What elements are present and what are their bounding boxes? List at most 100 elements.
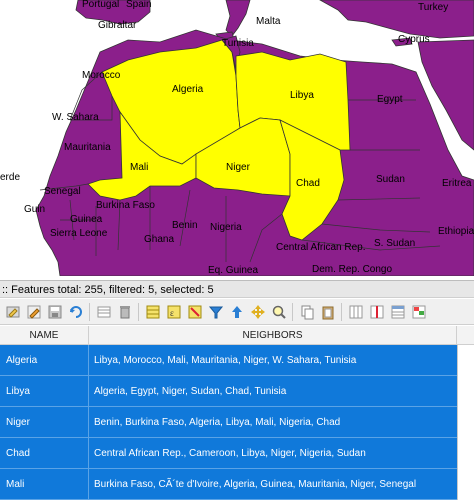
paste-icon bbox=[322, 306, 333, 319]
attribute-table: NAME NEIGHBORS Algeria Libya, Morocco, M… bbox=[0, 326, 474, 500]
map-label-sudan: Sudan bbox=[376, 174, 405, 185]
cell-name[interactable]: Algeria bbox=[6, 345, 86, 376]
paste-button[interactable] bbox=[318, 302, 337, 321]
map-label-malta: Malta bbox=[256, 16, 281, 27]
map-label-turkey: Turkey bbox=[418, 2, 448, 13]
map-label-cabo-verde: erde bbox=[0, 172, 20, 183]
map-label-benin: Benin bbox=[172, 220, 198, 231]
conditional-format-button[interactable] bbox=[409, 302, 428, 321]
toolbar-separator bbox=[292, 302, 293, 321]
attribute-table-toolbar: ε bbox=[0, 299, 474, 325]
conditional-format-icon bbox=[412, 305, 425, 318]
copy-icon bbox=[301, 305, 313, 319]
column-divider bbox=[88, 345, 89, 500]
map-label-cyprus: Cyprus bbox=[398, 34, 430, 45]
toolbar-separator bbox=[138, 302, 139, 321]
filter-icon bbox=[208, 306, 223, 318]
select-expression-icon: ε bbox=[167, 305, 180, 318]
table-row[interactable]: Mali Burkina Faso, CÃ´te d'Ivoire, Alger… bbox=[0, 469, 457, 500]
cell-name[interactable]: Mali bbox=[6, 469, 86, 500]
map-canvas[interactable]: Portugal Spain Gibraltar Tunisia Malta T… bbox=[0, 0, 474, 276]
map-label-morocco: Morocco bbox=[82, 70, 121, 81]
multi-edit-button[interactable] bbox=[24, 302, 43, 321]
pan-to-selection-button[interactable] bbox=[248, 302, 267, 321]
map-label-w-sahara: W. Sahara bbox=[52, 112, 99, 123]
cell-neighbors[interactable]: Algeria, Egypt, Niger, Sudan, Chad, Tuni… bbox=[94, 376, 454, 407]
table-row[interactable]: Niger Benin, Burkina Faso, Algeria, Liby… bbox=[0, 407, 457, 438]
move-selection-top-button[interactable] bbox=[227, 302, 246, 321]
map-label-sierra-leone: Sierra Leone bbox=[50, 228, 108, 239]
cell-name[interactable]: Libya bbox=[6, 376, 86, 407]
map-label-ethiopia: Ethiopia bbox=[438, 226, 474, 237]
reload-icon bbox=[69, 305, 82, 318]
toggle-edit-icon bbox=[6, 306, 19, 318]
zoom-to-selection-button[interactable] bbox=[269, 302, 288, 321]
deselect-button[interactable] bbox=[185, 302, 204, 321]
select-all-icon bbox=[146, 305, 159, 318]
table-row[interactable]: Algeria Libya, Morocco, Mali, Mauritania… bbox=[0, 345, 457, 376]
map-label-s-sudan: S. Sudan bbox=[374, 238, 415, 249]
map-label-portugal: Portugal bbox=[82, 0, 119, 10]
column-header-neighbors[interactable]: NEIGHBORS bbox=[89, 326, 457, 345]
table-row[interactable]: Libya Algeria, Egypt, Niger, Sudan, Chad… bbox=[0, 376, 457, 407]
cell-name[interactable]: Niger bbox=[6, 407, 86, 438]
features-status-bar: :: Features total: 255, filtered: 5, sel… bbox=[0, 280, 474, 298]
header-corner bbox=[457, 326, 474, 345]
delete-field-icon bbox=[370, 305, 383, 318]
move-selection-top-icon bbox=[231, 305, 242, 318]
column-header-name[interactable]: NAME bbox=[0, 326, 89, 345]
cell-name[interactable]: Chad bbox=[6, 438, 86, 469]
toolbar-separator bbox=[341, 302, 342, 321]
map-label-libya: Libya bbox=[290, 90, 314, 101]
map-label-nigeria: Nigeria bbox=[210, 222, 242, 233]
map-label-niger: Niger bbox=[226, 162, 251, 173]
toolbar-separator bbox=[89, 302, 90, 321]
map-label-algeria: Algeria bbox=[172, 84, 204, 95]
new-field-button[interactable] bbox=[346, 302, 365, 321]
reload-button[interactable] bbox=[66, 302, 85, 321]
filter-button[interactable] bbox=[206, 302, 225, 321]
map-label-dem-rep-congo: Dem. Rep. Congo bbox=[312, 264, 392, 275]
map-label-car: Central African Rep. bbox=[276, 242, 366, 253]
new-field-icon bbox=[349, 305, 362, 318]
field-calculator-icon bbox=[391, 305, 404, 318]
map-label-chad: Chad bbox=[296, 178, 320, 189]
greece-turkey-shape bbox=[319, 0, 474, 39]
delete-feature-icon bbox=[119, 305, 130, 318]
zoom-to-selection-icon bbox=[272, 305, 286, 319]
add-feature-button[interactable] bbox=[94, 302, 113, 321]
map-label-burkina-faso: Burkina Faso bbox=[96, 200, 155, 211]
edit-pencil-icon bbox=[27, 305, 40, 319]
delete-feature-button[interactable] bbox=[115, 302, 134, 321]
features-count-text: :: Features total: 255, filtered: 5, sel… bbox=[2, 284, 214, 296]
map-label-egypt: Egypt bbox=[377, 94, 403, 105]
map-label-mali: Mali bbox=[130, 162, 148, 173]
map-svg: Portugal Spain Gibraltar Tunisia Malta T… bbox=[0, 0, 474, 276]
map-label-spain: Spain bbox=[126, 0, 152, 10]
save-edits-icon bbox=[48, 305, 61, 318]
map-label-senegal: Senegal bbox=[44, 186, 81, 197]
cell-neighbors[interactable]: Benin, Burkina Faso, Algeria, Libya, Mal… bbox=[94, 407, 454, 438]
cell-neighbors[interactable]: Central African Rep., Cameroon, Libya, N… bbox=[94, 438, 454, 469]
pan-to-selection-icon bbox=[250, 304, 265, 319]
table-row[interactable]: Chad Central African Rep., Cameroon, Lib… bbox=[0, 438, 457, 469]
map-label-guinea-bissau: Guin bbox=[24, 204, 45, 215]
deselect-icon bbox=[188, 305, 201, 318]
field-calculator-button[interactable] bbox=[388, 302, 407, 321]
cell-neighbors[interactable]: Libya, Morocco, Mali, Mauritania, Niger,… bbox=[94, 345, 454, 376]
copy-button[interactable] bbox=[297, 302, 316, 321]
map-label-tunisia: Tunisia bbox=[222, 38, 254, 49]
select-all-button[interactable] bbox=[143, 302, 162, 321]
map-label-mauritania: Mauritania bbox=[64, 142, 111, 153]
map-label-eq-guinea: Eq. Guinea bbox=[208, 265, 258, 276]
save-edits-button[interactable] bbox=[45, 302, 64, 321]
add-feature-icon bbox=[97, 306, 110, 317]
toggle-edit-button[interactable] bbox=[3, 302, 22, 321]
map-label-guinea: Guinea bbox=[70, 214, 103, 225]
select-expression-button[interactable]: ε bbox=[164, 302, 183, 321]
cell-neighbors[interactable]: Burkina Faso, CÃ´te d'Ivoire, Algeria, G… bbox=[94, 469, 454, 500]
table-right-edge bbox=[457, 345, 458, 500]
delete-field-button[interactable] bbox=[367, 302, 386, 321]
map-label-ghana: Ghana bbox=[144, 234, 174, 245]
svg-text:ε: ε bbox=[170, 308, 174, 318]
